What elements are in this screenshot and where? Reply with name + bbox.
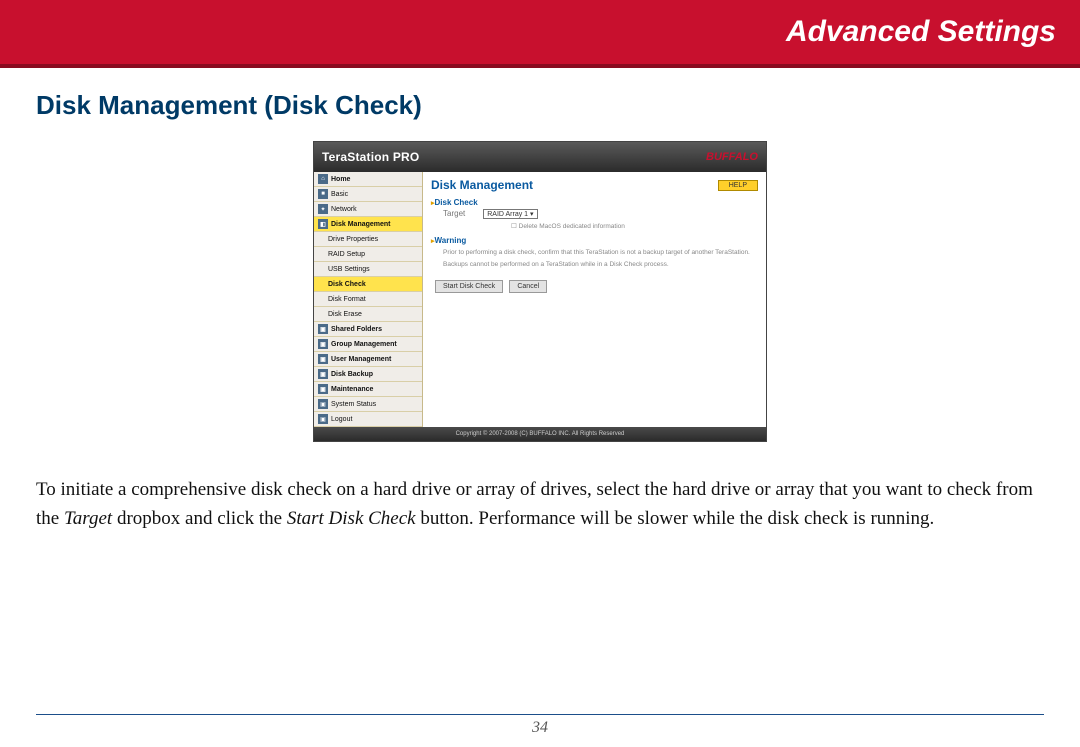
- banner-title: Advanced Settings: [786, 15, 1056, 49]
- sidebar-item-label: USB Settings: [328, 266, 370, 273]
- subhead-warning: Warning: [431, 236, 758, 245]
- sidebar-item[interactable]: RAID Setup: [314, 247, 422, 262]
- nav-icon: ■: [318, 189, 328, 199]
- warning-text-2: Backups cannot be performed on a TeraSta…: [443, 261, 758, 269]
- subhead-disk-check: Disk Check: [431, 198, 758, 207]
- sidebar-item[interactable]: ▣Group Management: [314, 337, 422, 352]
- page-footer: 34: [0, 714, 1080, 737]
- screenshot-panel: TeraStation PRO BUFFALO ⌂Home■Basic✦Netw…: [313, 141, 767, 442]
- sidebar-item[interactable]: ▣Maintenance: [314, 382, 422, 397]
- nav-icon: ▣: [318, 384, 328, 394]
- sidebar-item-label: RAID Setup: [328, 251, 365, 258]
- sidebar-item-label: Disk Format: [328, 296, 366, 303]
- sidebar-item-label: Disk Check: [328, 281, 366, 288]
- sidebar-item[interactable]: ■Basic: [314, 187, 422, 202]
- start-disk-check-button[interactable]: Start Disk Check: [435, 280, 503, 293]
- sidebar-item-label: System Status: [331, 401, 376, 408]
- sidebar-item[interactable]: USB Settings: [314, 262, 422, 277]
- brand-logo: BUFFALO: [706, 151, 758, 163]
- nav-icon: ⌂: [318, 174, 328, 184]
- nav-icon: ▣: [318, 399, 328, 409]
- sidebar-item-label: Drive Properties: [328, 236, 378, 243]
- ss-footer: Copyright © 2007-2008 (C) BUFFALO INC. A…: [314, 427, 766, 441]
- chapter-banner: Advanced Settings: [0, 0, 1080, 68]
- sidebar-item-label: Network: [331, 206, 357, 213]
- sidebar-item-label: User Management: [331, 356, 391, 363]
- sidebar-item[interactable]: ▣User Management: [314, 352, 422, 367]
- sidebar-item[interactable]: ▣System Status: [314, 397, 422, 412]
- content-title: Disk Management: [431, 178, 533, 192]
- cancel-button[interactable]: Cancel: [509, 280, 547, 293]
- caption-italic-start: Start Disk Check: [287, 508, 416, 529]
- page-number: 34: [0, 719, 1080, 737]
- help-button[interactable]: HELP: [718, 180, 758, 191]
- ss-sidebar: ⌂Home■Basic✦Network◧Disk ManagementDrive…: [314, 172, 423, 427]
- sidebar-item[interactable]: ▣Shared Folders: [314, 322, 422, 337]
- caption-paragraph: To initiate a comprehensive disk check o…: [0, 452, 1080, 533]
- sidebar-item-label: Basic: [331, 191, 348, 198]
- sidebar-item[interactable]: ◧Disk Management: [314, 217, 422, 232]
- sidebar-item[interactable]: ✦Network: [314, 202, 422, 217]
- caption-italic-target: Target: [64, 508, 112, 529]
- nav-icon: ▣: [318, 414, 328, 424]
- ss-content: Disk Management HELP Disk Check Target R…: [423, 172, 766, 427]
- sidebar-item[interactable]: Disk Erase: [314, 307, 422, 322]
- sidebar-item[interactable]: Disk Format: [314, 292, 422, 307]
- nav-icon: ▣: [318, 369, 328, 379]
- sidebar-item[interactable]: ▣Disk Backup: [314, 367, 422, 382]
- sidebar-item-label: Disk Erase: [328, 311, 362, 318]
- sidebar-item-label: Disk Backup: [331, 371, 373, 378]
- caption-text: dropbox and click the: [112, 508, 287, 529]
- nav-icon: ▣: [318, 354, 328, 364]
- sidebar-item[interactable]: ⌂Home: [314, 172, 422, 187]
- ss-header: TeraStation PRO BUFFALO: [314, 142, 766, 172]
- checkbox-icon[interactable]: ☐: [511, 223, 519, 230]
- sidebar-item-label: Home: [331, 176, 350, 183]
- sidebar-item-label: Logout: [331, 416, 352, 423]
- nav-icon: ◧: [318, 219, 328, 229]
- sidebar-item[interactable]: Disk Check: [314, 277, 422, 292]
- nav-icon: ▣: [318, 339, 328, 349]
- sidebar-item-label: Maintenance: [331, 386, 373, 393]
- sidebar-item[interactable]: ▣Logout: [314, 412, 422, 427]
- product-logo: TeraStation PRO: [322, 150, 419, 164]
- sidebar-item-label: Shared Folders: [331, 326, 382, 333]
- sidebar-item-label: Group Management: [331, 341, 397, 348]
- section-title: Disk Management (Disk Check): [0, 68, 1080, 135]
- caption-text: button. Performance will be slower while…: [416, 508, 935, 529]
- target-select[interactable]: RAID Array 1 ▾: [483, 209, 537, 219]
- checkbox-label: Delete MacOS dedicated information: [519, 223, 625, 230]
- nav-icon: ✦: [318, 204, 328, 214]
- sidebar-item[interactable]: Drive Properties: [314, 232, 422, 247]
- sidebar-item-label: Disk Management: [331, 221, 391, 228]
- target-label: Target: [443, 209, 465, 219]
- warning-text-1: Prior to performing a disk check, confir…: [443, 249, 758, 257]
- footer-rule: [36, 714, 1044, 715]
- nav-icon: ▣: [318, 324, 328, 334]
